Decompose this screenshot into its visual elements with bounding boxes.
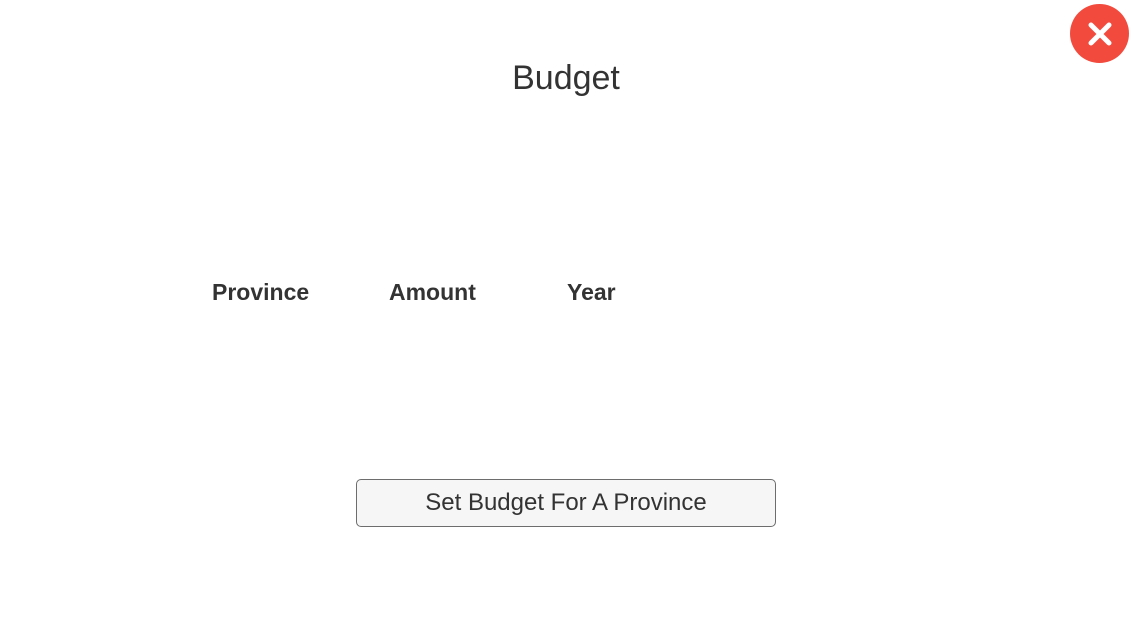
column-header-amount: Amount xyxy=(389,279,476,305)
column-header-year: Year xyxy=(567,279,616,305)
page-title: Budget xyxy=(512,59,620,97)
close-button[interactable] xyxy=(1070,4,1129,63)
close-icon xyxy=(1087,21,1113,47)
set-budget-button[interactable]: Set Budget For A Province xyxy=(356,479,776,527)
column-header-province: Province xyxy=(212,279,310,305)
